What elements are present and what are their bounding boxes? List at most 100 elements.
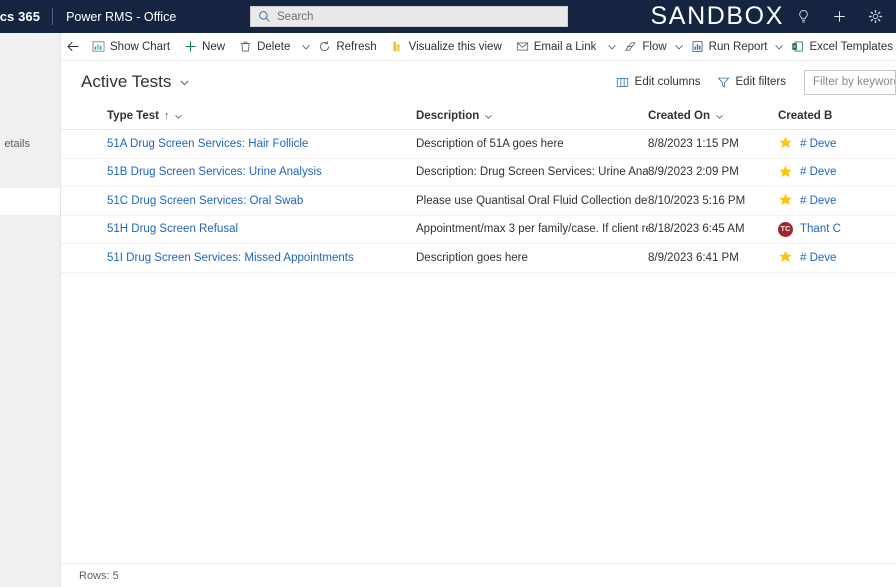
gear-icon[interactable] — [862, 4, 888, 30]
cell-created-on: 8/9/2023 6:41 PM — [648, 251, 739, 264]
environment-label: SANDBOX — [650, 2, 784, 30]
edit-filters-label: Edit filters — [735, 76, 787, 88]
table-row[interactable]: 51A Drug Screen Services: Hair Follicle D… — [61, 130, 896, 159]
cell-created-by[interactable]: # Deve — [778, 193, 896, 208]
delete-dropdown-chevron-down-icon[interactable] — [301, 33, 311, 61]
cell-type-test[interactable]: 51B Drug Screen Services: Urine Analysis — [61, 166, 416, 178]
brand-divider — [52, 8, 54, 25]
cell-created-by[interactable]: # Deve — [778, 250, 896, 265]
excel-templates-label: Excel Templates — [809, 40, 894, 53]
table-row[interactable]: 51H Drug Screen Refusal Appointment/max 3… — [61, 216, 896, 244]
plus-icon[interactable] — [826, 4, 852, 30]
chevron-down-icon[interactable] — [174, 112, 183, 121]
show-chart-label: Show Chart — [110, 40, 171, 53]
sidebar-selected-item[interactable] — [0, 188, 60, 215]
cell-created-by[interactable]: TC Thant C — [778, 221, 896, 237]
table-row[interactable]: 51I Drug Screen Services: Missed Appoint… — [61, 244, 896, 273]
back-button[interactable] — [66, 33, 81, 61]
cell-type-test[interactable]: 51A Drug Screen Services: Hair Follicle — [61, 138, 416, 150]
refresh-icon — [318, 40, 331, 53]
cell-created-on: 8/9/2023 2:09 PM — [648, 166, 739, 179]
grid-footer: Rows: 5 — [61, 563, 896, 587]
left-sidebar: etails — [0, 33, 61, 587]
plus-icon — [184, 40, 197, 53]
column-header-description[interactable]: Description — [416, 103, 648, 130]
email-a-link-button[interactable]: Email a Link — [509, 33, 604, 61]
visualize-this-view-button[interactable]: Visualize this view — [384, 33, 509, 61]
cell-description: Description of 51A goes here — [416, 137, 564, 150]
filter-by-keyword-input[interactable]: Filter by keyword — [804, 69, 896, 95]
star-icon — [778, 136, 793, 151]
view-tools: Edit columns Edit filters Filter by keyw… — [608, 68, 896, 96]
created-by-name: Thant C — [800, 223, 841, 236]
column-header-type-test-label: Type Test — [107, 110, 159, 122]
cell-created-on: 8/8/2023 1:15 PM — [648, 137, 739, 150]
flow-icon — [624, 40, 637, 53]
column-header-created-by-label: Created B — [778, 110, 833, 122]
cell-created-by[interactable]: # Deve — [778, 165, 896, 180]
excel-templates-button[interactable]: X Excel Templates — [784, 33, 896, 61]
column-header-description-label: Description — [416, 110, 480, 122]
star-icon — [778, 165, 793, 180]
sort-ascending-icon: ↑ — [163, 110, 170, 122]
cell-created-on: 8/10/2023 5:16 PM — [648, 194, 746, 207]
new-label: New — [202, 40, 226, 53]
global-search-input[interactable]: Search — [250, 6, 568, 27]
dynamics-brand-label: ics 365 — [0, 9, 41, 24]
cell-description: Appointment/max 3 per family/case. If cl… — [416, 223, 648, 236]
lightbulb-icon[interactable] — [790, 4, 816, 30]
view-selector[interactable]: Active Tests — [81, 72, 190, 92]
chevron-down-icon[interactable] — [715, 112, 724, 121]
column-header-created-on[interactable]: Created On — [648, 103, 778, 130]
show-chart-button[interactable]: Show Chart — [85, 33, 177, 61]
cell-type-test[interactable]: 51H Drug Screen Refusal — [61, 223, 416, 235]
star-icon — [778, 193, 793, 208]
cell-type-test[interactable]: 51C Drug Screen Services: Oral Swab — [61, 195, 416, 207]
edit-columns-label: Edit columns — [634, 76, 701, 88]
page-title: Active Tests — [81, 72, 172, 91]
grid-rows: 51A Drug Screen Services: Hair Follicle D… — [61, 130, 896, 273]
row-count-label: Rows: 5 — [79, 569, 119, 582]
refresh-button[interactable]: Refresh — [311, 33, 383, 61]
created-by-name: # Deve — [800, 194, 837, 207]
records-grid: Type Test ↑ Description Created On Creat… — [61, 103, 896, 563]
created-by-name: # Deve — [800, 166, 837, 179]
flow-chevron-down-icon[interactable] — [674, 33, 684, 61]
columns-icon — [616, 76, 629, 89]
email-a-link-chevron-down-icon[interactable] — [607, 33, 617, 61]
chart-icon — [92, 40, 105, 53]
column-header-created-by[interactable]: Created B — [778, 103, 896, 130]
avatar-initials: TC — [778, 221, 793, 237]
chevron-down-icon — [179, 77, 190, 88]
new-button[interactable]: New — [177, 33, 232, 61]
flow-button[interactable]: Flow — [617, 33, 673, 61]
visualize-label: Visualize this view — [408, 40, 502, 53]
cell-created-by[interactable]: # Deve — [778, 136, 896, 151]
column-header-type-test[interactable]: Type Test ↑ — [61, 103, 416, 130]
table-row[interactable]: 51C Drug Screen Services: Oral Swab Pleas… — [61, 187, 896, 216]
command-bar: Show Chart New Delete Refresh Visualize … — [61, 33, 896, 61]
table-row[interactable]: 51B Drug Screen Services: Urine Analysis… — [61, 159, 896, 187]
star-icon — [778, 250, 793, 265]
report-icon — [691, 40, 704, 53]
edit-columns-button[interactable]: Edit columns — [608, 68, 709, 96]
global-search-placeholder: Search — [277, 10, 314, 23]
created-by-name: # Deve — [800, 137, 837, 150]
cell-description: Description: Drug Screen Services: Urine… — [416, 166, 648, 179]
edit-filters-button[interactable]: Edit filters — [709, 68, 795, 96]
avatar: TC — [778, 221, 793, 237]
cell-type-test[interactable]: 51I Drug Screen Services: Missed Appoint… — [61, 252, 416, 264]
email-icon — [516, 40, 529, 53]
run-report-chevron-down-icon[interactable] — [774, 33, 784, 61]
powerbi-icon — [391, 40, 404, 53]
delete-button[interactable]: Delete — [232, 33, 297, 61]
excel-icon: X — [791, 40, 804, 53]
delete-label: Delete — [257, 40, 291, 53]
run-report-label: Run Report — [708, 40, 768, 53]
sidebar-item-details[interactable]: etails — [4, 138, 30, 150]
filter-icon — [717, 76, 730, 89]
app-root: ics 365 Power RMS - Office Search SANDBO… — [0, 0, 896, 587]
run-report-button[interactable]: Run Report — [684, 33, 775, 61]
flow-label: Flow — [642, 40, 667, 53]
chevron-down-icon[interactable] — [484, 112, 493, 121]
